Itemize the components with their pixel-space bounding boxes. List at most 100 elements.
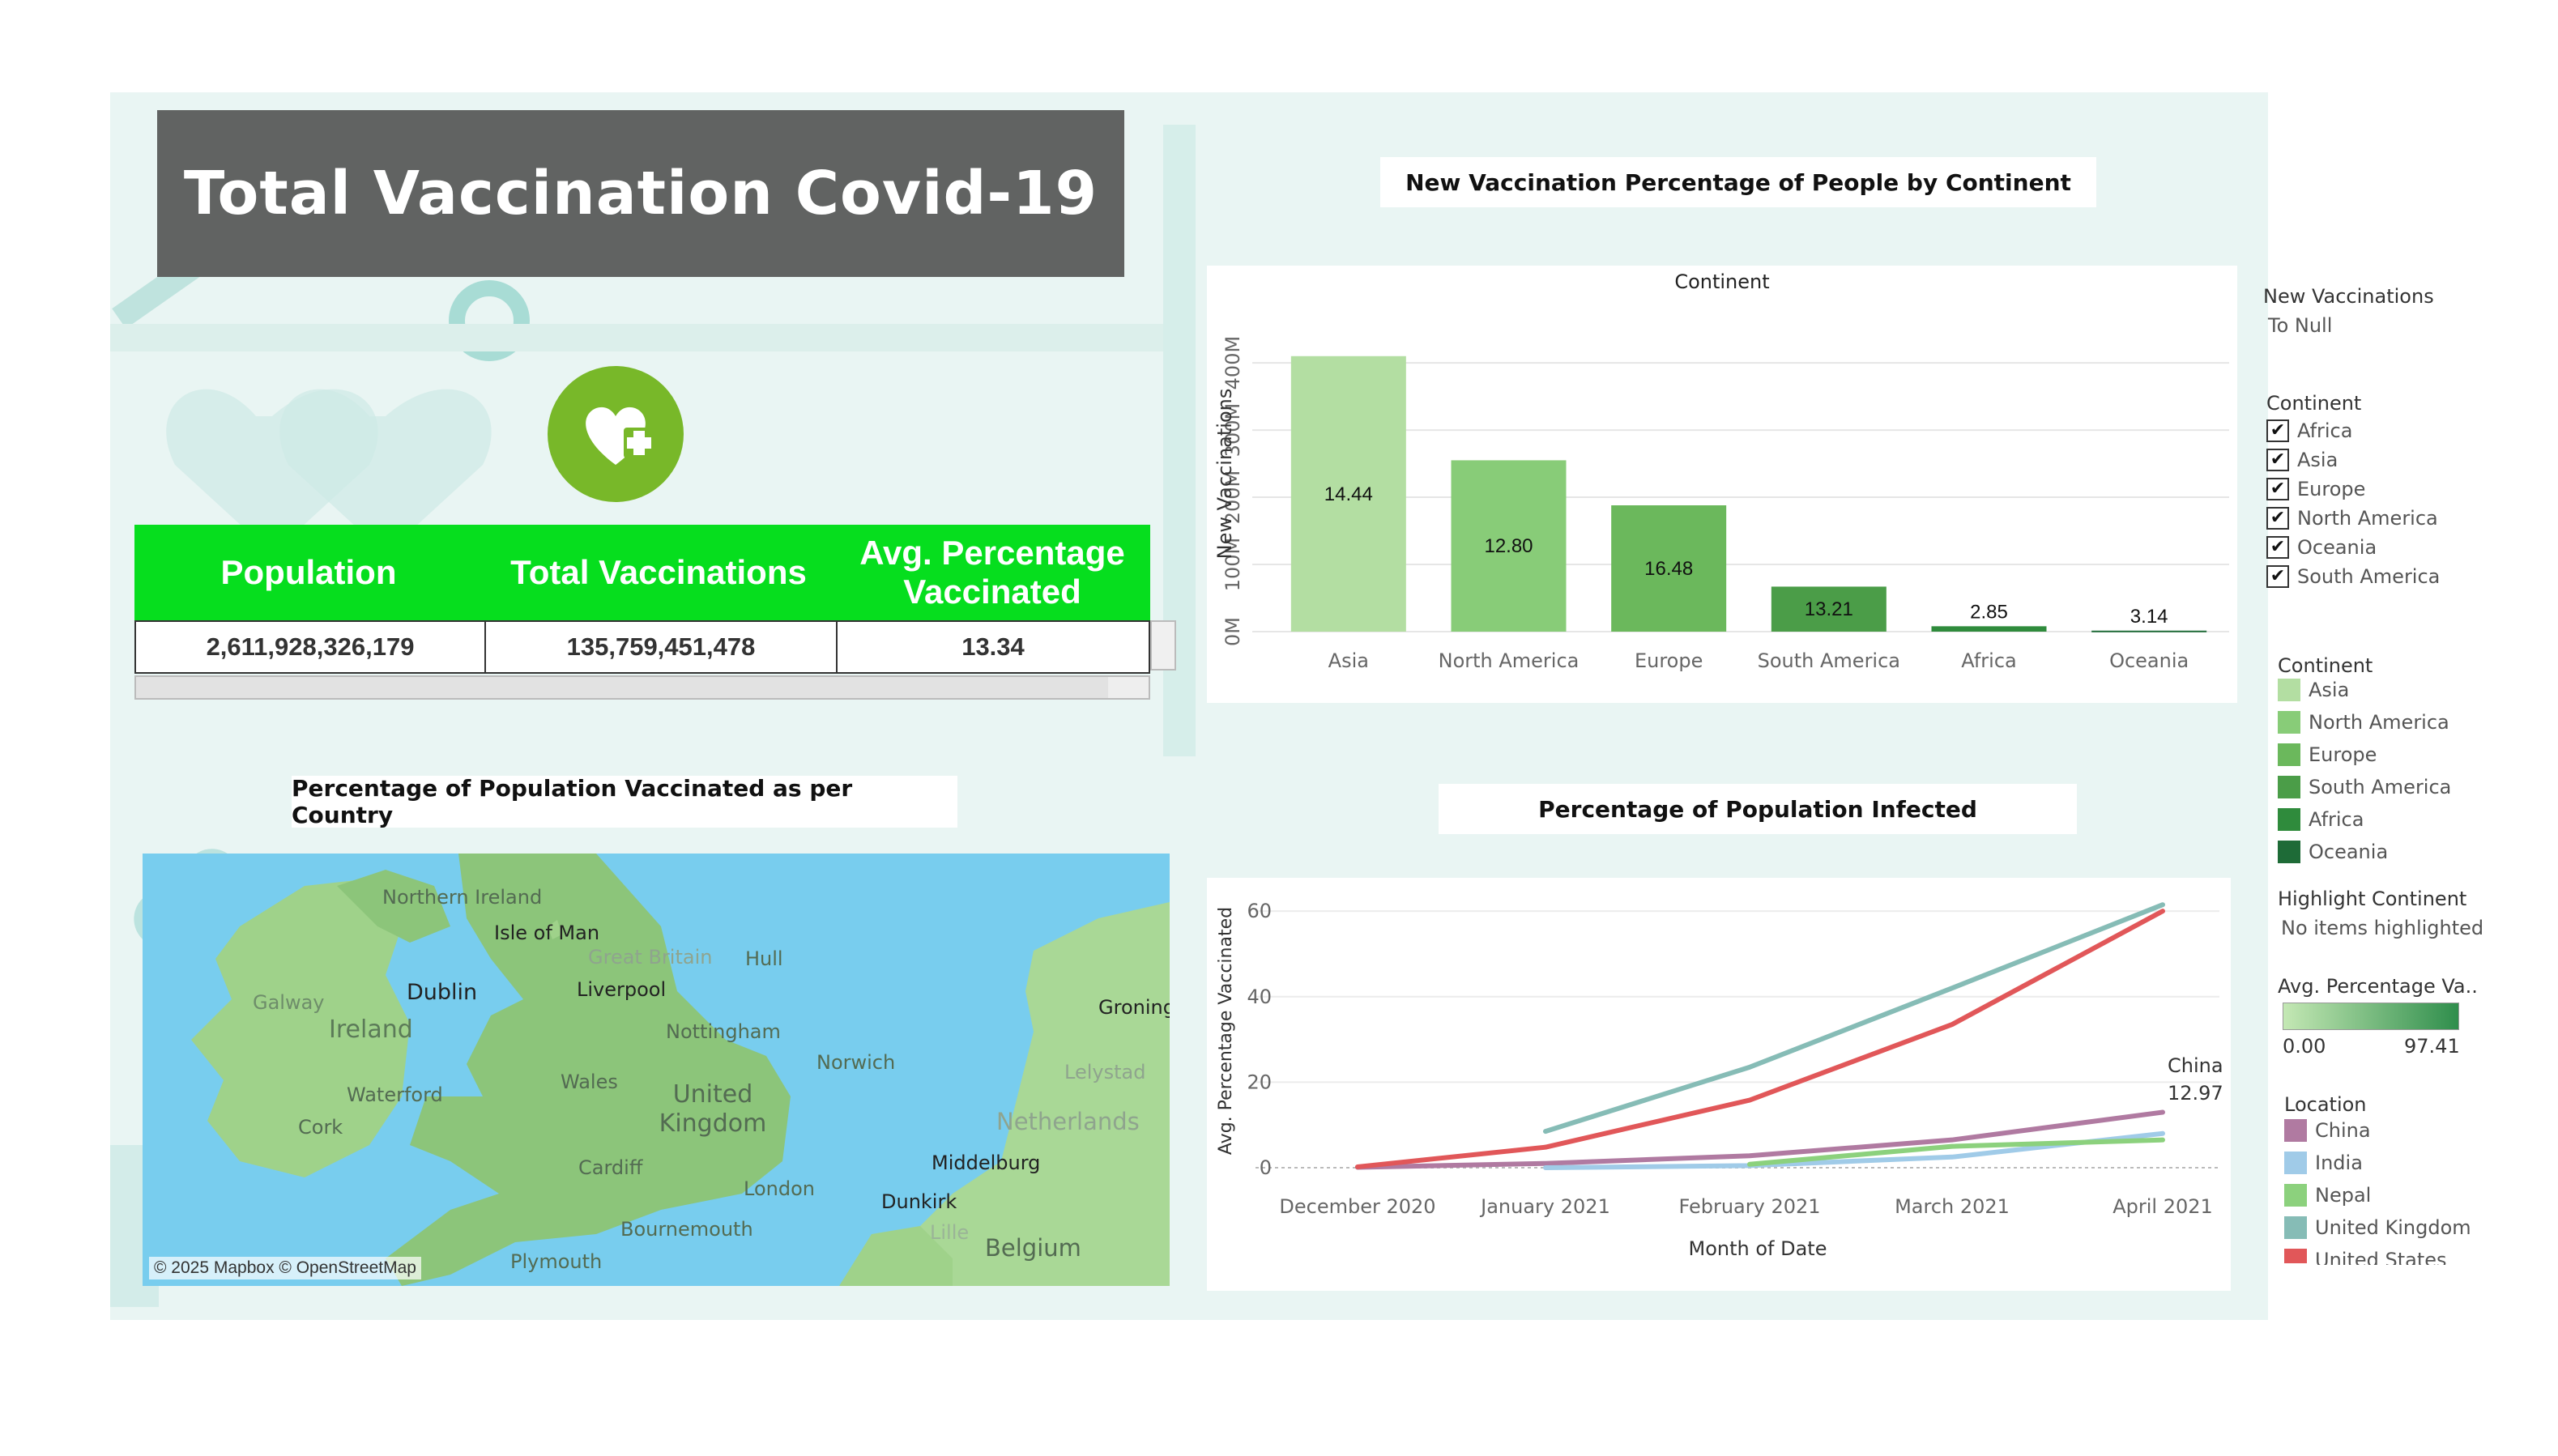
bar-category-label: Africa (1961, 649, 2016, 672)
map-label: Great Britain (588, 946, 713, 969)
bar-category-label: Europe (1635, 649, 1703, 672)
location-color-label[interactable]: United Kingdom (2315, 1216, 2471, 1239)
map-panel-title: Percentage of Population Vaccinated as p… (292, 775, 957, 828)
country-map[interactable]: Northern Ireland Isle of Man Great Brita… (143, 854, 1170, 1286)
line-chart[interactable]: 0 20 40 60 Avg. Percentage Vaccinated Decembe… (1207, 878, 2231, 1291)
location-color-label[interactable]: India (2315, 1152, 2363, 1174)
bar-data-label: 12.80 (1484, 535, 1533, 557)
bar-category-label: Oceania (2109, 649, 2189, 672)
continent-color-swatch (2278, 808, 2300, 831)
bar-chart-panel: Continent 0M 100M 200M 300M 400M New Vaccinat… (1207, 266, 2237, 703)
map-label: Groning (1098, 996, 1170, 1019)
location-color-label[interactable]: Nepal (2315, 1184, 2371, 1207)
continent-filter-label[interactable]: South America (2297, 565, 2440, 588)
line-series-india (1543, 1130, 2165, 1170)
continent-filter-checkbox[interactable]: ✔ (2266, 507, 2289, 530)
line-x-tick-label: March 2021 (1895, 1195, 2010, 1218)
heart-plus-icon (548, 366, 684, 502)
avg-percentage-legend-min: 0.00 (2283, 1035, 2326, 1058)
avg-percentage-gradient-bar (2283, 1003, 2459, 1030)
kpi-value-avg-percentage: 13.34 (961, 632, 1025, 661)
map-label: Ireland (329, 1015, 413, 1044)
new-vaccinations-filter-value[interactable]: To Null (2268, 314, 2332, 337)
map-label: Hull (745, 947, 783, 970)
bar-y-tick-label: 400M (1221, 336, 1244, 390)
avg-percentage-legend-max: 97.41 (2404, 1035, 2460, 1058)
continent-filter-checkbox[interactable]: ✔ (2266, 565, 2289, 588)
continent-color-label[interactable]: Africa (2309, 808, 2364, 831)
horizontal-scrollbar-thumb[interactable] (136, 677, 1108, 698)
bar-data-label: 13.21 (1805, 598, 1853, 620)
line-annotation-name: China (2168, 1054, 2223, 1077)
continent-color-swatch (2278, 776, 2300, 798)
line-x-tick-label: February 2021 (1678, 1195, 1820, 1218)
continent-filter-label[interactable]: North America (2297, 507, 2438, 530)
continent-color-label[interactable]: Europe (2309, 743, 2377, 766)
map-label: Norwich (816, 1051, 896, 1074)
continent-filter-label[interactable]: Oceania (2297, 536, 2377, 559)
continent-filter-label[interactable]: Africa (2297, 419, 2352, 442)
kpi-values-row: 2,611,928,326,179 135,759,451,478 13.34 (134, 620, 1150, 674)
location-color-label[interactable]: China (2315, 1119, 2371, 1142)
highlight-continent-value[interactable]: No items highlighted (2281, 917, 2483, 939)
continent-filter-label[interactable]: Europe (2297, 478, 2365, 500)
line-y-tick-label: 40 (1247, 986, 1272, 1008)
continent-filter-checkbox[interactable]: ✔ (2266, 478, 2289, 500)
continent-color-swatch (2278, 711, 2300, 734)
continent-filter-checkbox[interactable]: ✔ (2266, 449, 2289, 471)
bar-mark (1931, 626, 2047, 632)
line-y-tick-label: 60 (1247, 900, 1272, 922)
bar-data-label: 16.48 (1644, 558, 1693, 580)
location-color-label[interactable]: United States (2315, 1249, 2447, 1265)
map-label: Bournemouth (620, 1218, 753, 1241)
avg-percentage-legend-title: Avg. Percentage Va.. (2278, 975, 2478, 998)
bar-category-label: Asia (1328, 649, 1369, 672)
continent-color-swatch (2278, 841, 2300, 863)
new-vaccinations-filter-title: New Vaccinations (2263, 285, 2434, 308)
continent-color-swatch (2278, 679, 2300, 701)
map-label: United Kingdom (659, 1080, 767, 1138)
continent-color-label[interactable]: Oceania (2309, 841, 2388, 863)
map-label: Plymouth (510, 1250, 603, 1273)
map-label: Cardiff (578, 1156, 643, 1179)
map-label: Dunkirk (881, 1190, 957, 1213)
kpi-value-total-vaccinations: 135,759,451,478 (486, 622, 838, 672)
continent-filter-checkbox[interactable]: ✔ (2266, 419, 2289, 442)
map-attribution[interactable]: © 2025 Mapbox © OpenStreetMap (149, 1257, 421, 1279)
bar-chart[interactable]: 0M100M200M300M400MNew Vaccinations 14.44A… (1207, 266, 2237, 703)
kpi-header-avg-line2: Vaccinated (903, 573, 1081, 611)
bar-category-label: North America (1439, 649, 1580, 672)
location-color-swatch (2284, 1184, 2307, 1207)
continent-filter-checkbox[interactable]: ✔ (2266, 536, 2289, 559)
bar-panel-title: New Vaccination Percentage of People by … (1380, 157, 2096, 207)
map-label: Northern Ireland (382, 886, 543, 909)
line-x-axis-label: Month of Date (1689, 1237, 1827, 1260)
continent-color-label[interactable]: South America (2309, 776, 2451, 798)
map-label: Netherlands (996, 1108, 1140, 1135)
horizontal-scrollbar[interactable] (134, 675, 1150, 700)
line-panel-title: Percentage of Population Infected (1439, 784, 2077, 834)
line-y-axis-label: Avg. Percentage Vaccinated (1216, 907, 1236, 1155)
map-label: Galway (253, 991, 325, 1014)
bar-data-label: 14.44 (1324, 483, 1373, 505)
line-y-tick-label: 0 (1260, 1156, 1272, 1179)
continent-color-label[interactable]: Asia (2309, 679, 2349, 701)
map-label: Middelburg (932, 1152, 1041, 1174)
map-label: Dublin (407, 980, 478, 1005)
line-x-tick-label: January 2021 (1479, 1195, 1610, 1218)
continent-filter-label[interactable]: Asia (2297, 449, 2338, 471)
continent-color-label[interactable]: North America (2309, 711, 2449, 734)
bar-y-axis-label: New Vaccinations (1213, 389, 1236, 560)
line-y-tick-label: 20 (1247, 1071, 1272, 1093)
map-label: Cork (298, 1116, 343, 1139)
kpi-header-avg-percentage: Avg. Percentage Vaccinated (834, 525, 1150, 620)
location-color-swatch (2284, 1216, 2307, 1239)
line-x-tick-label: December 2020 (1279, 1195, 1435, 1218)
map-label: London (744, 1177, 815, 1200)
vertical-scrollbar[interactable] (1150, 620, 1176, 671)
map-label: Belgium (985, 1234, 1081, 1262)
map-label: Wales (561, 1071, 618, 1093)
map-label: Lille (930, 1221, 970, 1244)
dashboard-title-banner: Total Vaccination Covid-19 (157, 110, 1124, 277)
bar-data-label: 2.85 (1970, 601, 2008, 623)
